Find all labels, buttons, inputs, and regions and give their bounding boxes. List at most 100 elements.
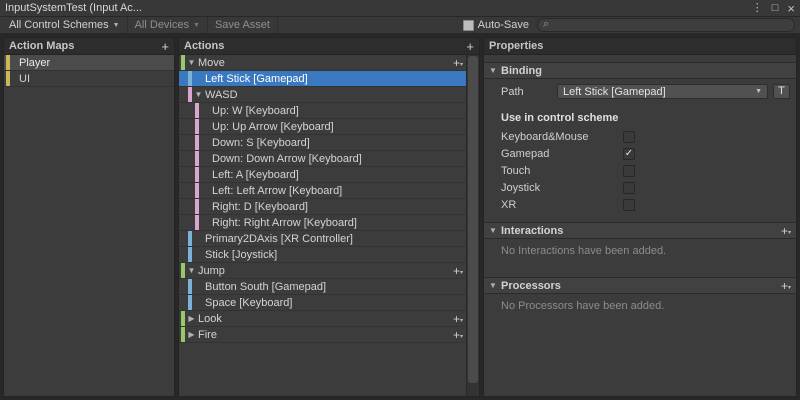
tree-row[interactable]: Right: D [Keyboard] — [179, 199, 466, 215]
add-interaction-button[interactable]: +▾ — [777, 225, 791, 237]
path-text-mode-button[interactable]: T — [773, 84, 790, 99]
row-color-bar — [195, 215, 199, 230]
foldout-icon[interactable]: ▶ — [185, 314, 198, 323]
interactions-section-title: Interactions — [501, 224, 564, 237]
tree-row[interactable]: Left Stick [Gamepad] — [179, 71, 466, 87]
window-menu-icon[interactable]: ⋮ — [752, 2, 763, 14]
interactions-section-header[interactable]: ▼ Interactions +▾ — [484, 222, 796, 239]
tree-row[interactable]: Left: Left Arrow [Keyboard] — [179, 183, 466, 199]
foldout-icon[interactable]: ▼ — [185, 58, 198, 67]
search-icon: ⌕ — [543, 17, 550, 30]
tree-row[interactable]: Space [Keyboard] — [179, 295, 466, 311]
row-color-bar — [188, 247, 192, 262]
foldout-open-icon: ▼ — [489, 226, 497, 235]
row-color-bar — [188, 295, 192, 310]
action-map-item[interactable]: UI — [4, 71, 174, 87]
path-label: Path — [501, 85, 524, 98]
action-map-label: UI — [19, 72, 30, 85]
tree-row[interactable]: Down: Down Arrow [Keyboard] — [179, 151, 466, 167]
binding-path-row: Path Left Stick [Gamepad] ▼ T — [484, 79, 796, 103]
control-scheme-checkbox[interactable] — [623, 130, 635, 143]
tree-row-label: Move — [198, 56, 225, 69]
tree-row[interactable]: Button South [Gamepad] — [179, 279, 466, 295]
tree-row-label: Down: S [Keyboard] — [212, 136, 310, 149]
control-scheme-checkbox[interactable] — [623, 181, 635, 194]
row-color-bar — [195, 103, 199, 118]
control-schemes-dropdown[interactable]: All Control Schemes ▼ — [2, 17, 128, 33]
devices-label: All Devices — [134, 19, 189, 31]
control-scheme-row: Gamepad ✓ — [484, 145, 796, 162]
binding-section-header[interactable]: ▼ Binding — [484, 62, 796, 79]
tree-row[interactable]: Down: S [Keyboard] — [179, 135, 466, 151]
action-maps-title: Action Maps — [9, 40, 75, 52]
devices-dropdown[interactable]: All Devices ▼ — [128, 17, 208, 33]
actions-panel: Actions + ▼ Move +▾ Left Stick [Gamepad] ▼ WA… — [178, 37, 480, 397]
foldout-icon[interactable]: ▶ — [185, 330, 198, 339]
tree-row[interactable]: Up: W [Keyboard] — [179, 103, 466, 119]
auto-save-checkbox[interactable] — [462, 19, 474, 31]
row-color-bar — [195, 151, 199, 166]
foldout-open-icon: ▼ — [489, 66, 497, 75]
tree-row-label: Look — [198, 312, 222, 325]
chevron-down-icon: ▼ — [755, 88, 762, 95]
tree-row[interactable]: Stick [Joystick] — [179, 247, 466, 263]
control-scheme-row: Joystick — [484, 179, 796, 196]
tree-row-label: Left Stick [Gamepad] — [205, 72, 308, 85]
tree-row[interactable]: ▼ WASD — [179, 87, 466, 103]
binding-section-title: Binding — [501, 64, 542, 77]
tree-row-label: Up: Up Arrow [Keyboard] — [212, 120, 334, 133]
tree-row[interactable]: ▼ Jump +▾ — [179, 263, 466, 279]
action-maps-list: Player UI — [4, 55, 174, 87]
binding-path-dropdown[interactable]: Left Stick [Gamepad] ▼ — [557, 84, 768, 99]
control-scheme-row: Keyboard&Mouse — [484, 128, 796, 145]
foldout-icon[interactable]: ▼ — [192, 90, 205, 99]
action-maps-header: Action Maps + — [4, 38, 174, 55]
tree-row-label: Down: Down Arrow [Keyboard] — [212, 152, 362, 165]
window-maximize-icon[interactable]: □ — [772, 2, 779, 14]
control-scheme-heading: Use in control scheme — [501, 112, 619, 124]
tree-row[interactable]: ▼ Move +▾ — [179, 55, 466, 71]
tree-row[interactable]: ▶ Look +▾ — [179, 311, 466, 327]
add-action-button[interactable]: + — [466, 39, 474, 54]
add-binding-button[interactable]: +▾ — [449, 57, 463, 69]
save-asset-button[interactable]: Save Asset — [208, 17, 278, 33]
tree-row[interactable]: Right: Right Arrow [Keyboard] — [179, 215, 466, 231]
action-maps-panel: Action Maps + Player UI — [3, 37, 175, 397]
control-scheme-checkbox[interactable] — [623, 198, 635, 211]
chevron-down-icon: ▾ — [459, 269, 463, 276]
add-action-map-button[interactable]: + — [161, 39, 169, 54]
tree-row-label: Fire — [198, 328, 217, 341]
control-scheme-label: Keyboard&Mouse — [501, 130, 589, 143]
add-processor-button[interactable]: +▾ — [777, 280, 791, 292]
chevron-down-icon: ▾ — [459, 61, 463, 68]
actions-scrollbar[interactable] — [466, 55, 479, 396]
tree-row[interactable]: ▶ Fire +▾ — [179, 327, 466, 343]
control-scheme-label: Gamepad — [501, 147, 550, 160]
add-binding-button[interactable]: +▾ — [449, 313, 463, 325]
foldout-icon[interactable]: ▼ — [185, 266, 198, 275]
tree-row-label: Stick [Joystick] — [205, 248, 278, 261]
map-color-bar — [6, 55, 10, 70]
control-scheme-checkbox[interactable] — [623, 164, 635, 177]
actions-header: Actions + — [179, 38, 479, 55]
interactions-empty-text: No Interactions have been added. — [501, 245, 667, 257]
tree-row[interactable]: Left: A [Keyboard] — [179, 167, 466, 183]
action-map-item[interactable]: Player — [4, 55, 174, 71]
tree-row-label: Primary2DAxis [XR Controller] — [205, 232, 353, 245]
tree-row[interactable]: Up: Up Arrow [Keyboard] — [179, 119, 466, 135]
row-color-bar — [195, 135, 199, 150]
add-binding-button[interactable]: +▾ — [449, 265, 463, 277]
foldout-open-icon: ▼ — [489, 281, 497, 290]
tree-row[interactable]: Primary2DAxis [XR Controller] — [179, 231, 466, 247]
chevron-down-icon: ▾ — [787, 229, 791, 236]
auto-save-label: Auto-Save — [477, 19, 529, 31]
control-scheme-list: Keyboard&Mouse Gamepad ✓ Touch Joystick XR — [484, 128, 796, 213]
actions-title: Actions — [184, 40, 225, 52]
search-input[interactable]: ⌕ — [537, 18, 795, 32]
scrollbar-thumb[interactable] — [468, 56, 478, 384]
control-scheme-checkbox[interactable]: ✓ — [623, 147, 635, 160]
window-close-icon[interactable]: × — [787, 2, 795, 15]
row-color-bar — [195, 119, 199, 134]
processors-section-header[interactable]: ▼ Processors +▾ — [484, 277, 796, 294]
add-binding-button[interactable]: +▾ — [449, 329, 463, 341]
